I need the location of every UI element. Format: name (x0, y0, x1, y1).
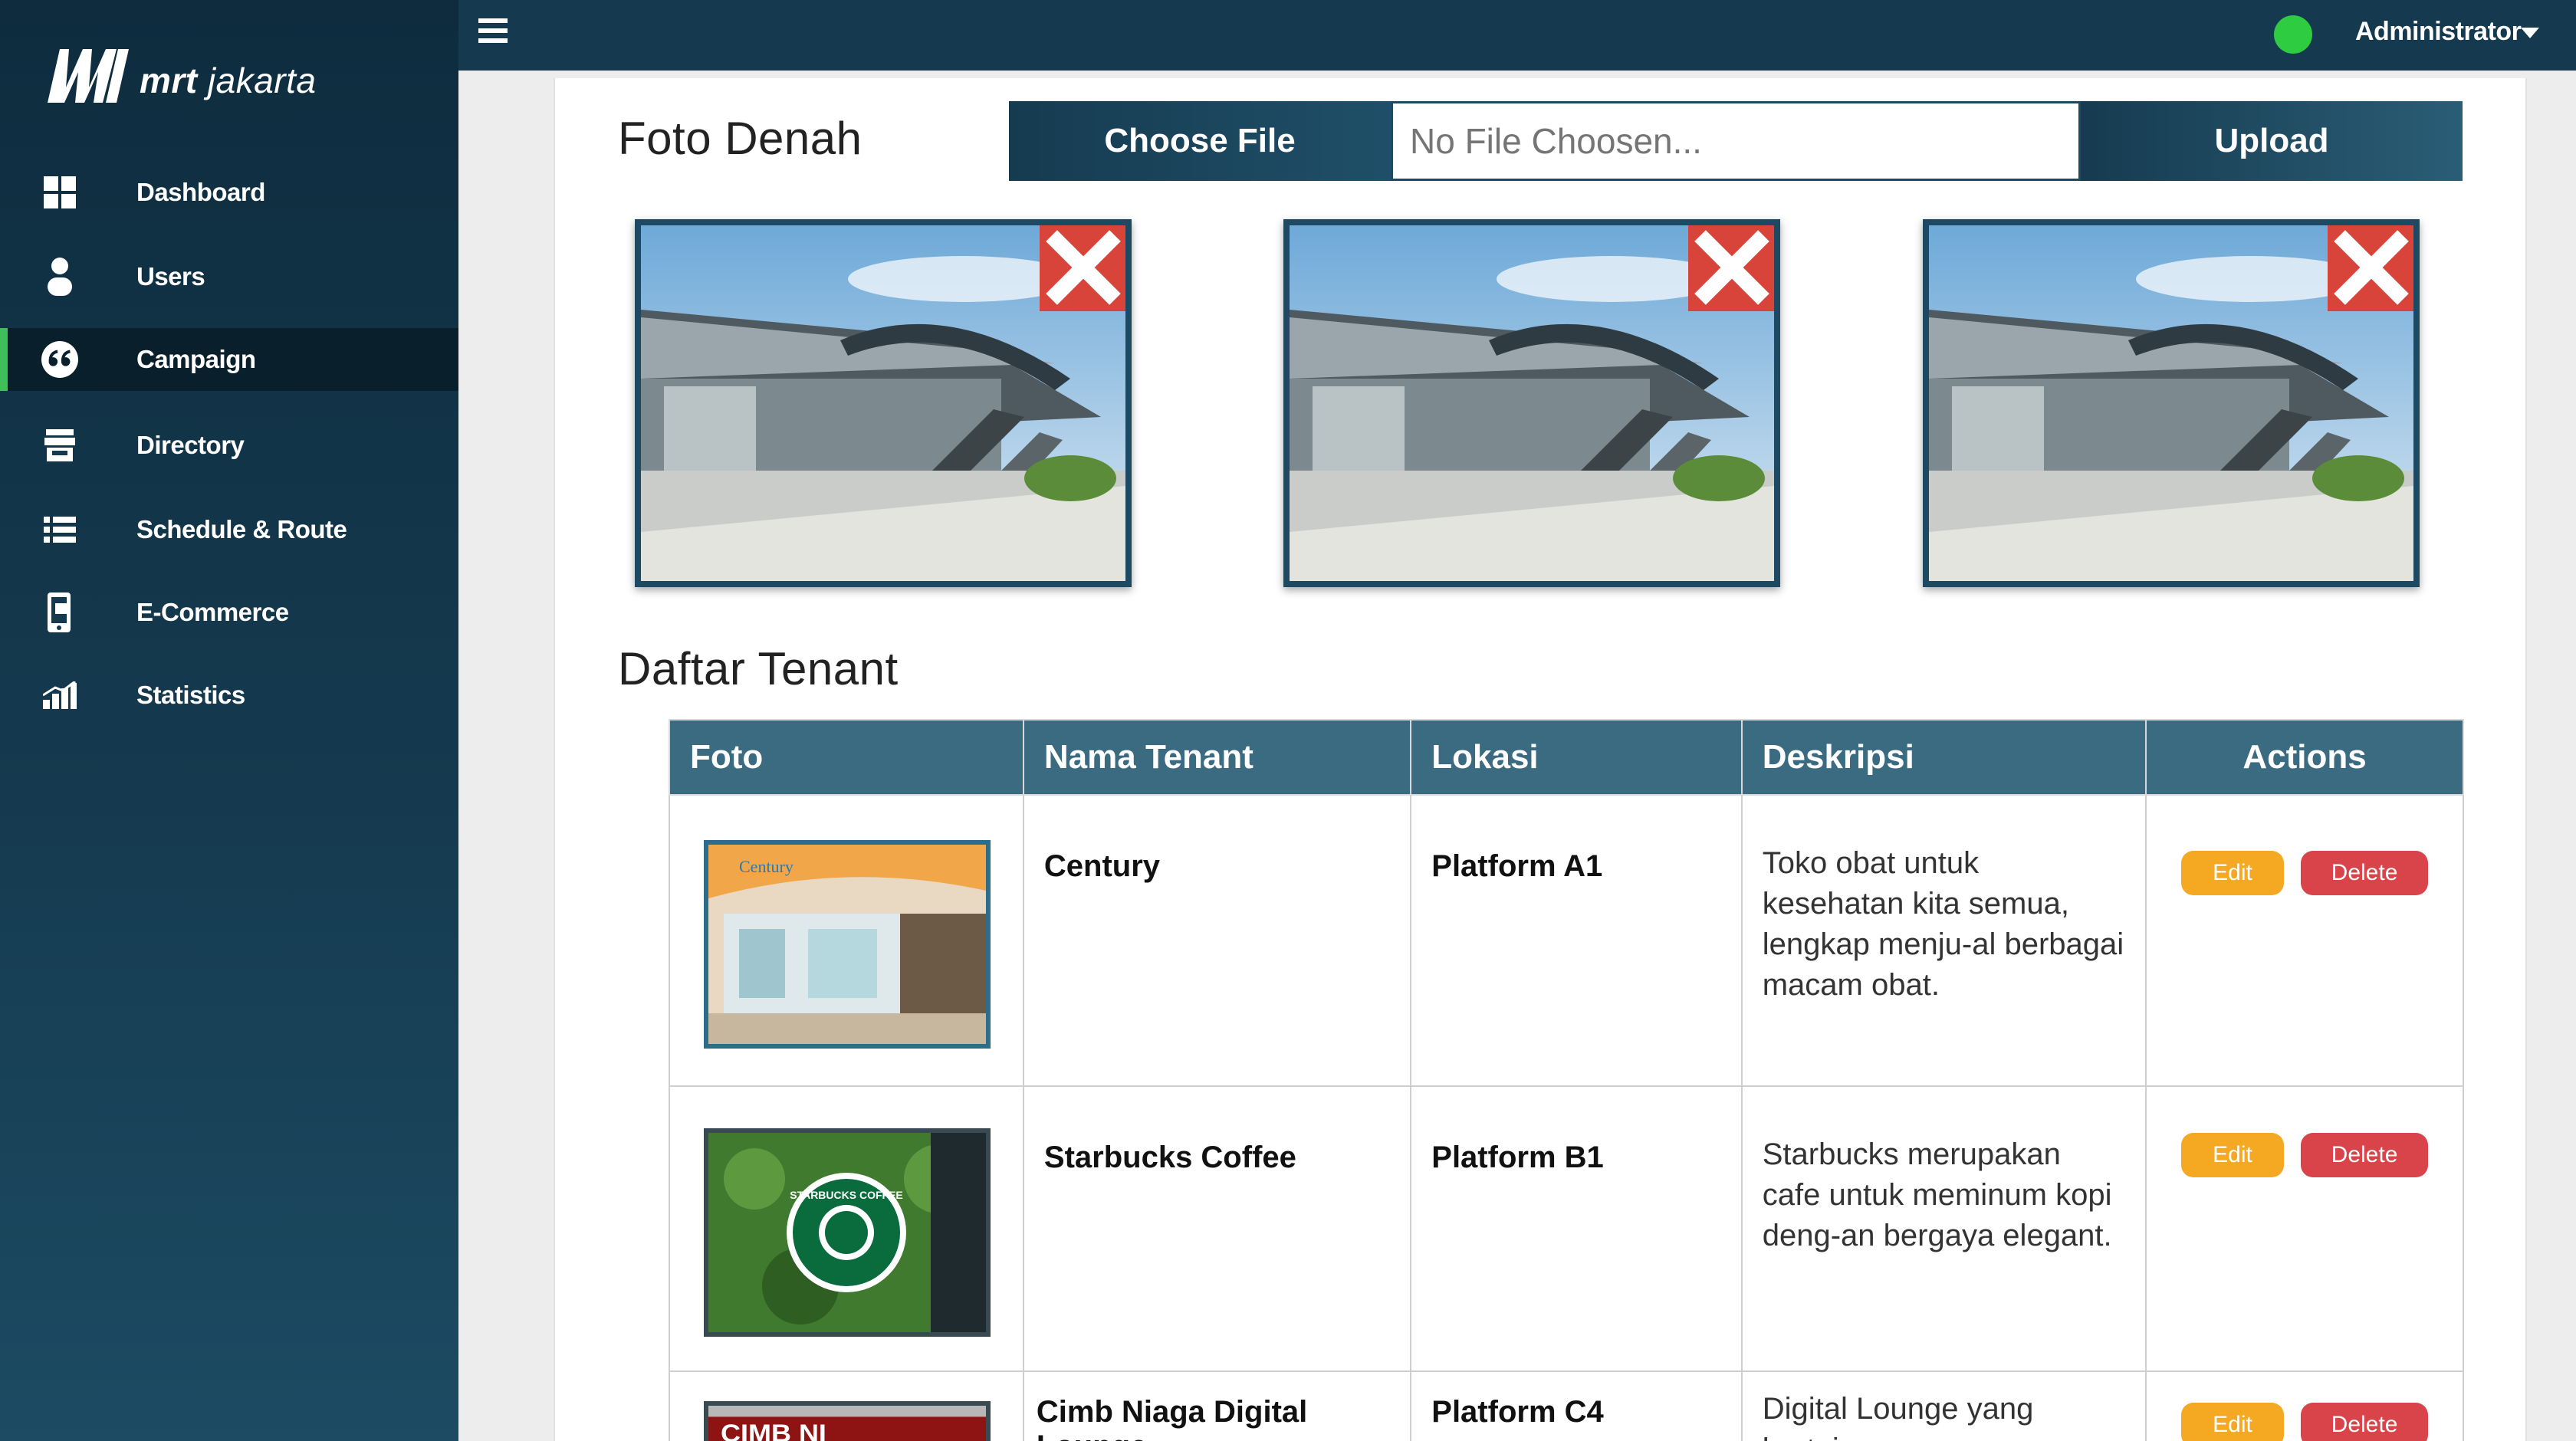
bar-chart-icon (41, 677, 78, 714)
tenant-location: Platform C4 (1410, 1370, 1743, 1441)
sidebar-item-statistics[interactable]: Statistics (0, 664, 458, 727)
table-header-row: Foto Nama Tenant Lokasi Deskripsi Action… (669, 719, 2464, 796)
tenant-actions: Edit Delete (2145, 1370, 2464, 1441)
tenant-description: Toko obat untuk kesehatan kita semua, le… (1740, 794, 2147, 1087)
table-row: CIMB NI Cimb Niaga Digital Lounge Platfo… (669, 1370, 2464, 1441)
sidebar: mrt jakarta Dashboard Users Campaign Dir… (0, 0, 458, 1441)
quote-icon (41, 341, 78, 378)
online-status-indicator (2274, 15, 2312, 54)
tenant-location: Platform B1 (1410, 1085, 1743, 1372)
sidebar-item-campaign[interactable]: Campaign (0, 328, 458, 391)
edit-button[interactable]: Edit (2181, 1403, 2285, 1441)
starbucks-sign-image: STARBUCKS COFFEE (708, 1133, 986, 1332)
mrt-logo-icon (48, 49, 129, 103)
century-store-image: Century (708, 845, 986, 1044)
tenant-photo-cell: STARBUCKS COFFEE (669, 1085, 1024, 1372)
edit-button[interactable]: Edit (2181, 1133, 2285, 1177)
brand-name: mrt jakarta (140, 61, 317, 100)
sidebar-item-label: Campaign (136, 345, 256, 373)
list-icon (41, 511, 78, 548)
sidebar-item-label: Directory (136, 431, 245, 459)
tenant-photo: Century (704, 840, 991, 1049)
column-header-lokasi: Lokasi (1410, 719, 1743, 796)
edit-button[interactable]: Edit (2181, 851, 2285, 895)
svg-text:STARBUCKS COFFEE: STARBUCKS COFFEE (790, 1189, 903, 1201)
tenant-photo: CIMB NI (704, 1401, 991, 1441)
user-icon (41, 258, 78, 296)
tenant-name: Cimb Niaga Digital Lounge (1022, 1370, 1412, 1441)
column-header-deskripsi: Deskripsi (1740, 719, 2147, 796)
daftar-tenant-title: Daftar Tenant (618, 643, 899, 694)
cimb-niaga-image: CIMB NI (708, 1406, 986, 1441)
column-header-nama-tenant: Nama Tenant (1022, 719, 1412, 796)
delete-photo-button[interactable] (2328, 225, 2413, 311)
sidebar-item-label: Statistics (136, 681, 245, 709)
tenant-photo: STARBUCKS COFFEE (704, 1128, 991, 1337)
tenant-photo-cell: Century (669, 794, 1024, 1087)
dashboard-icon (41, 174, 78, 211)
svg-text:CIMB NI: CIMB NI (721, 1420, 826, 1441)
close-icon (1694, 230, 1769, 305)
floor-plan-photo (1923, 219, 2420, 587)
delete-button[interactable]: Delete (2301, 1403, 2429, 1441)
delete-photo-button[interactable] (1040, 225, 1125, 311)
sidebar-item-label: Schedule & Route (136, 515, 347, 543)
hamburger-menu-icon[interactable] (478, 18, 508, 49)
chevron-down-icon[interactable] (2521, 28, 2539, 38)
sidebar-item-label: E-Commerce (136, 598, 289, 626)
sidebar-item-label: Dashboard (136, 178, 265, 206)
tenant-name: Century (1022, 794, 1412, 1087)
delete-photo-button[interactable] (1688, 225, 1774, 311)
foto-denah-title: Foto Denah (618, 113, 863, 164)
table-row: STARBUCKS COFFEE Starbucks Coffee Platfo… (669, 1085, 2464, 1372)
floor-plan-photo (635, 219, 1132, 587)
tenant-table: Foto Nama Tenant Lokasi Deskripsi Action… (669, 719, 2464, 1441)
close-icon (2334, 230, 2409, 305)
tenant-actions: Edit Delete (2145, 794, 2464, 1087)
tenant-actions: Edit Delete (2145, 1085, 2464, 1372)
sidebar-item-label: Users (136, 262, 205, 290)
mobile-cart-icon (41, 592, 78, 632)
store-icon (41, 427, 78, 464)
tenant-name: Starbucks Coffee (1022, 1085, 1412, 1372)
tenant-description: Starbucks merupakan cafe untuk meminum k… (1740, 1085, 2147, 1372)
sidebar-item-dashboard[interactable]: Dashboard (0, 161, 458, 224)
table-row: Century Century Platform A1 Toko obat un… (669, 794, 2464, 1087)
column-header-actions: Actions (2145, 719, 2464, 796)
tenant-photo-cell: CIMB NI (669, 1370, 1024, 1441)
delete-button[interactable]: Delete (2301, 1133, 2429, 1177)
close-icon (1046, 230, 1121, 305)
sidebar-item-e-commerce[interactable]: E-Commerce (0, 581, 458, 644)
file-name-field[interactable] (1391, 101, 2081, 181)
column-header-foto: Foto (669, 719, 1024, 796)
brand-logo[interactable]: mrt jakarta (43, 37, 316, 106)
floor-plan-photo (1283, 219, 1780, 587)
delete-button[interactable]: Delete (2301, 851, 2429, 895)
sidebar-item-schedule-route[interactable]: Schedule & Route (0, 498, 458, 561)
sidebar-item-users[interactable]: Users (0, 245, 458, 308)
topbar: Administrator (458, 0, 2576, 71)
user-menu[interactable]: Administrator (2355, 17, 2522, 47)
upload-button[interactable]: Upload (2081, 101, 2463, 181)
choose-file-button[interactable]: Choose File (1009, 101, 1391, 181)
sidebar-item-directory[interactable]: Directory (0, 414, 458, 477)
tenant-location: Platform A1 (1410, 794, 1743, 1087)
tenant-description: Digital Lounge yang bertuju (1740, 1370, 2147, 1441)
svg-text:Century: Century (739, 857, 794, 876)
